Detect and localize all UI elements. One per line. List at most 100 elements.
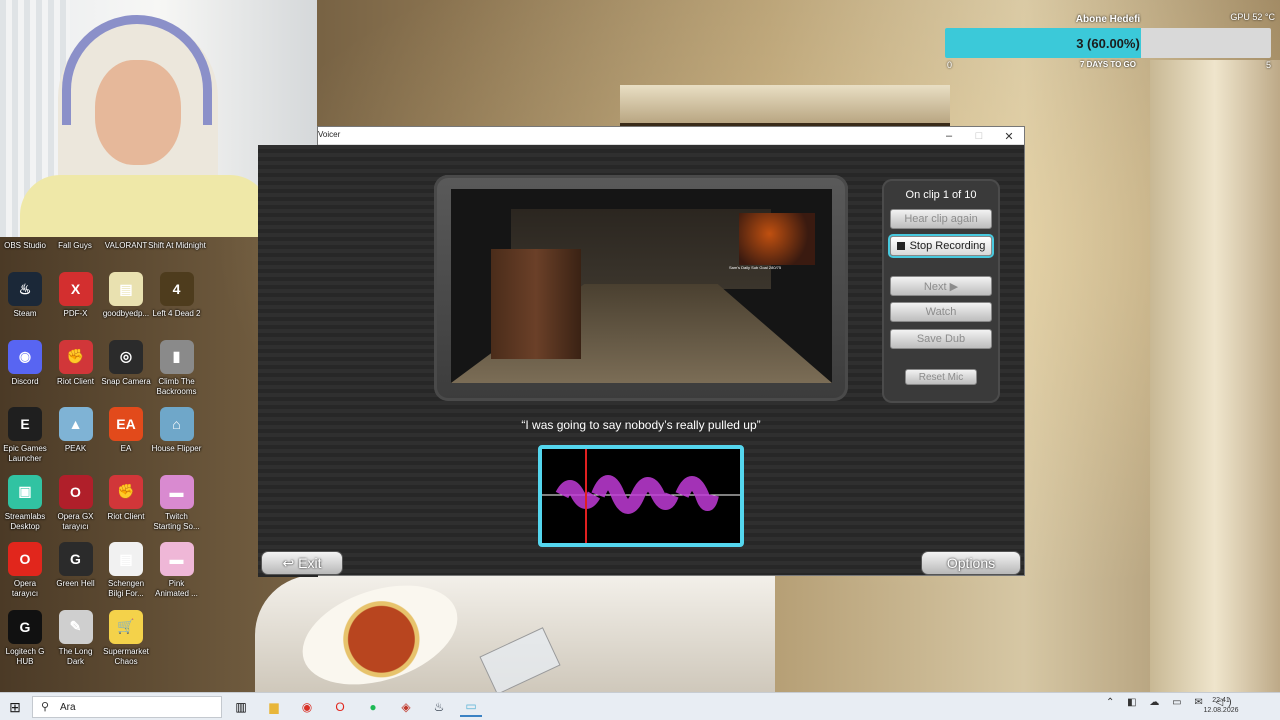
window-left-extension [258,145,318,577]
goal-max: 5 [1265,60,1271,70]
app-icon: O [58,474,93,509]
desktop-icon[interactable]: O Opera GX tarayıcı [51,474,101,541]
desktop-icon[interactable]: E Epic Games Launcher [0,407,50,473]
app-icon: ▤ [109,272,143,306]
close-button[interactable]: ✕ [994,127,1024,145]
desktop-icon-label[interactable]: Shift At Midnight [148,241,206,251]
desktop-icon-label: Snap Camera [101,376,151,386]
app-icon: ▣ [8,474,42,509]
video-clip-player[interactable]: Sam's Daily Sub Goal 280/75 [451,189,832,383]
app-icon: ◎ [109,339,143,374]
watch-button[interactable]: Watch [890,302,992,322]
desktop-icon-label: Steam [13,309,37,318]
stop-recording-label: Stop Recording [909,240,986,252]
windows-icon[interactable]: ⊞ [4,697,26,717]
options-button[interactable]: Options [921,551,1021,575]
desktop-icon[interactable]: G Green Hell [51,542,101,608]
goal-value: 3 (60.00%) [1076,36,1140,51]
window-titlebar[interactable]: Voicer – □ ✕ [318,127,1024,145]
app-icon: G [58,542,93,576]
save-dub-button[interactable]: Save Dub [890,329,992,349]
app-icon: ▮ [159,339,194,374]
desktop-icon-label[interactable]: VALORANT [97,241,155,251]
desktop-icon-label: Pink Animated ... [155,579,198,598]
hear-clip-again-button[interactable]: Hear clip again [890,209,992,229]
subscriber-goal-widget: Abone Hedefi GPU 52 °C 3 (60.00%) 0 7 DA… [945,12,1275,70]
desktop-icon[interactable]: ⌂ House Flipper [152,407,202,473]
file-explorer-icon[interactable]: ▆ [263,697,285,717]
clip-counter: On clip 1 of 10 [905,189,977,201]
desktop-icon-label[interactable]: Fall Guys [46,241,104,251]
desktop-icon[interactable]: EA EA [101,407,151,473]
task-view-icon[interactable]: ▥ [230,697,252,717]
desktop-icon-label: House Flipper [151,444,202,453]
spotify-icon[interactable]: ● [362,697,384,717]
video-chat-overlay: Sam's Daily Sub Goal 280/75 [729,265,782,270]
headset-icon [62,15,212,125]
app-icon: ▲ [58,407,93,441]
stop-icon [896,242,905,250]
app-icon: X [58,272,93,306]
reset-mic-button[interactable]: Reset Mic [905,369,977,385]
desktop-icon-label: Twitch Starting So... [153,511,200,531]
desktop-icon[interactable]: ✊ Riot Client [101,474,151,541]
desktop-icon-label: The Long Dark [58,646,93,666]
app-icon: O [8,542,42,576]
desktop-icon[interactable]: G Logitech G HUB [0,609,50,676]
gpu-temp: GPU 52 °C [1230,12,1275,22]
desktop-icon-label: PDF-X [63,309,88,318]
exit-button[interactable]: ↩ Exit [261,551,343,575]
desktop-icon[interactable]: ▤ Schengen Bilgi For... [101,542,151,608]
desktop-icon[interactable]: ✎ The Long Dark [51,609,101,676]
app-icon: ✊ [109,474,143,509]
audio-waveform [538,445,744,547]
steam-icon[interactable]: ♨ [428,697,450,717]
desktop-icon[interactable]: X PDF-X [51,272,101,338]
desktop-icon[interactable]: ▣ Streamlabs Desktop [0,474,50,541]
desktop-icon[interactable]: ♨ Steam [0,272,50,338]
app-icon: ▬ [159,542,194,576]
desktop-icon[interactable]: ▬ Twitch Starting So... [152,474,202,541]
desktop-icon-label: Streamlabs Desktop [4,511,46,531]
clock-date: 12.08.2026 [1203,707,1239,714]
voicer-taskbar-icon[interactable]: ▭ [460,697,482,717]
app-icon: ▤ [109,542,143,576]
clip-subtitle: “I was going to say nobody’s really pull… [521,418,761,432]
app-icon: EA [109,407,143,441]
clock[interactable]: 22:41 12.08.2026 [1200,696,1242,716]
desktop-icon-label: Discord [11,376,39,386]
door-frame [1150,60,1280,692]
app-icon: ⌂ [159,407,194,441]
waveform-graphic [542,449,740,543]
desktop-icon[interactable]: ▤ goodbyedp... [101,272,151,338]
opera-icon[interactable]: O [329,697,351,717]
maximize-button[interactable]: □ [964,127,994,145]
desktop-icon[interactable]: ◎ Snap Camera [101,339,151,406]
goal-title: Abone Hedefi [1075,14,1141,25]
desktop-icon[interactable]: ▬ Pink Animated ... [152,542,202,608]
desktop-icon-label: PEAK [64,444,87,453]
search-placeholder: Ara [60,702,76,713]
obs-icon[interactable]: ◈ [395,697,417,717]
app-icon: 🛒 [109,609,143,644]
search-input[interactable]: ⚲ Ara [32,696,222,718]
minimize-button[interactable]: – [934,127,964,145]
desktop-icon[interactable]: ◉ Discord [0,339,50,406]
desktop-icon-label: Opera GX tarayıcı [57,511,94,531]
chrome-icon[interactable]: ◉ [296,697,318,717]
desktop-icon[interactable]: ▮ Climb The Backrooms [152,339,202,406]
app-icon: ◉ [8,339,42,374]
desktop-icon-label: Climb The Backrooms [156,376,197,396]
desktop-icon[interactable]: ✊ Riot Client [51,339,101,406]
next-button[interactable]: Next ▶ [890,276,992,296]
stop-recording-button[interactable]: Stop Recording [890,236,992,256]
desktop-icon[interactable]: O Opera tarayıcı [0,542,50,608]
desktop-icon-label: Riot Client [57,376,94,386]
desktop-icon[interactable]: 4 Left 4 Dead 2 [152,272,202,338]
desktop-icon-label: Epic Games Launcher [3,444,47,463]
desktop-icon[interactable]: 🛒 Supermarket Chaos [101,609,151,676]
video-frame: Sam's Daily Sub Goal 280/75 [434,175,848,401]
desktop-icon-label: Schengen Bilgi For... [107,579,145,598]
video-crates [491,249,581,359]
desktop-icon[interactable]: ▲ PEAK [51,407,101,473]
